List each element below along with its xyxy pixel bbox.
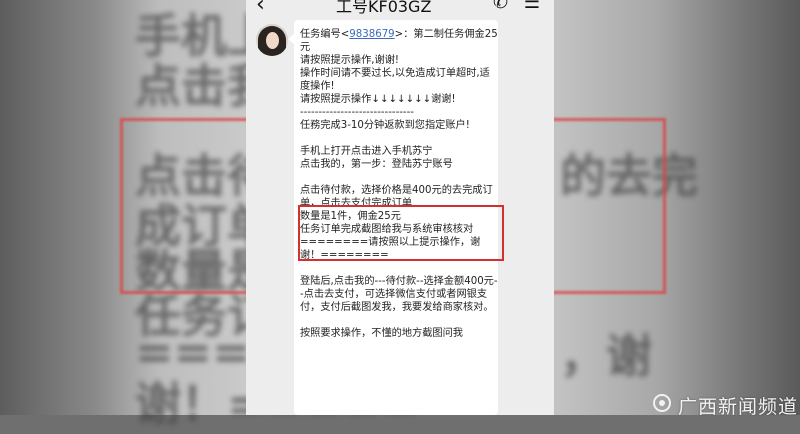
back-icon[interactable]: ‹ [256,0,265,17]
background-text: ，谢 [560,329,652,383]
task-label: 任务编号< [300,29,350,40]
avatar[interactable] [256,24,288,56]
chat-header: ‹ 工号KF03GZ ✆ ☰ [246,0,554,20]
watermark: 广西新闻频道 [652,392,800,418]
highlight-box [298,205,504,261]
message-text: 任务编号<9838679>：第二制任务佣金25元 请按照提示操作,谢谢! 操作时… [300,28,498,340]
message-body: 请按照提示操作,谢谢! 操作时间请不要过长,以免造成订单超时,适度操作! 请按照… [300,55,498,339]
phone-icon[interactable]: ✆ [493,0,508,13]
channel-logo-icon [653,394,671,412]
avatar-face [266,32,279,49]
task-id-link[interactable]: 9838679 [349,29,394,40]
menu-icon[interactable]: ☰ [524,0,540,13]
chat-title: 工号KF03GZ [336,0,432,16]
